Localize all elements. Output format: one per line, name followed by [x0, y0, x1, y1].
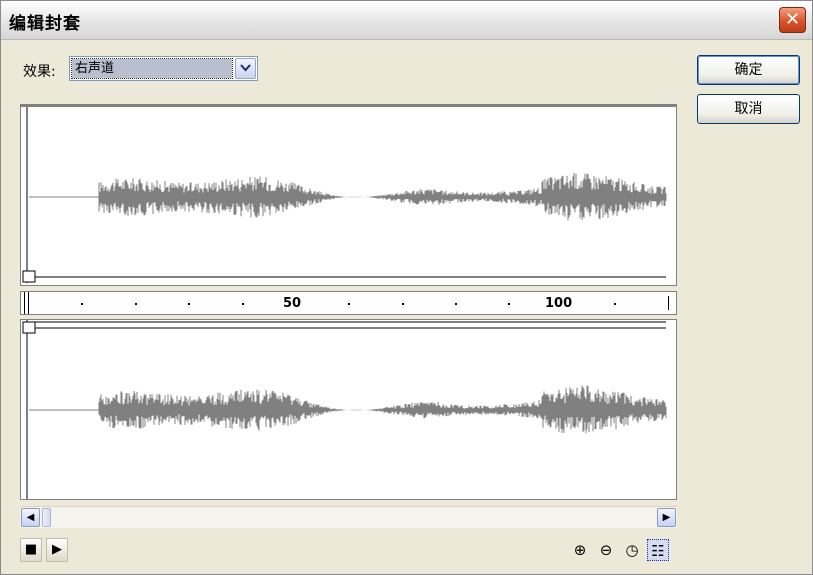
ruler-label-100: 100: [545, 296, 573, 311]
cancel-button[interactable]: 取消: [697, 94, 800, 124]
waveform-shape: [98, 173, 667, 221]
time-ruler[interactable]: 50 100: [20, 291, 677, 315]
close-icon: ✕: [784, 9, 801, 30]
right-channel-panel[interactable]: [20, 319, 677, 500]
envelope-handle[interactable]: [22, 321, 36, 334]
ruler-tick: [455, 303, 457, 305]
time-units-button[interactable]: ◷: [621, 539, 643, 561]
ruler-tick: [81, 303, 83, 305]
scrollbar-thumb[interactable]: [42, 508, 51, 527]
left-channel-panel[interactable]: [20, 104, 677, 286]
frame-units-button[interactable]: ☷: [647, 539, 669, 561]
zoom-in-button[interactable]: ⊕: [569, 539, 591, 561]
stop-icon: ■: [24, 542, 38, 557]
frames-icon: ☷: [651, 542, 665, 560]
effect-label: 效果:: [23, 64, 56, 80]
ruler-tick: [188, 303, 190, 305]
title-bar[interactable]: 编辑封套 ✕: [1, 1, 812, 40]
stop-button[interactable]: ■: [20, 538, 42, 562]
chevron-down-icon[interactable]: [235, 58, 256, 79]
zoom-out-button[interactable]: ⊖: [595, 539, 617, 561]
effect-select[interactable]: 右声道: [69, 56, 258, 81]
play-icon: ▶: [52, 542, 62, 557]
ruler-tick: [242, 303, 244, 305]
left-channel-waveform: [21, 105, 676, 283]
effect-select-value: 右声道: [71, 58, 233, 79]
chevron-right-icon: ▶: [662, 512, 671, 523]
ruler-tick: [135, 303, 137, 305]
close-button[interactable]: ✕: [779, 7, 806, 33]
ok-button[interactable]: 确定: [697, 55, 800, 85]
right-channel-waveform: [22, 320, 667, 499]
dialog-title: 编辑封套: [9, 14, 81, 34]
clock-icon: ◷: [625, 541, 639, 559]
ruler-tick: [348, 303, 350, 305]
scroll-right-button[interactable]: ▶: [657, 508, 676, 527]
ruler-tick: [402, 303, 404, 305]
chevron-left-icon: ◀: [26, 512, 35, 523]
ruler-tick: [508, 303, 510, 305]
play-button[interactable]: ▶: [46, 538, 68, 562]
ruler-end-marker: [668, 296, 669, 310]
horizontal-scrollbar[interactable]: ◀ ▶: [20, 506, 677, 528]
edit-envelope-dialog: 编辑封套 ✕ 效果: 右声道 确定 取消 50 100 ◀ ▶ ■ ▶ ⊕ ⊖ …: [0, 0, 813, 575]
envelope-handle[interactable]: [22, 270, 36, 283]
ruler-label-50: 50: [283, 296, 302, 311]
zoom-in-icon: ⊕: [573, 541, 587, 559]
ruler-start-marker: [24, 292, 29, 314]
waveform-shape: [98, 385, 667, 434]
zoom-out-icon: ⊖: [599, 541, 613, 559]
scroll-left-button[interactable]: ◀: [21, 508, 40, 527]
ruler-tick: [614, 303, 616, 305]
